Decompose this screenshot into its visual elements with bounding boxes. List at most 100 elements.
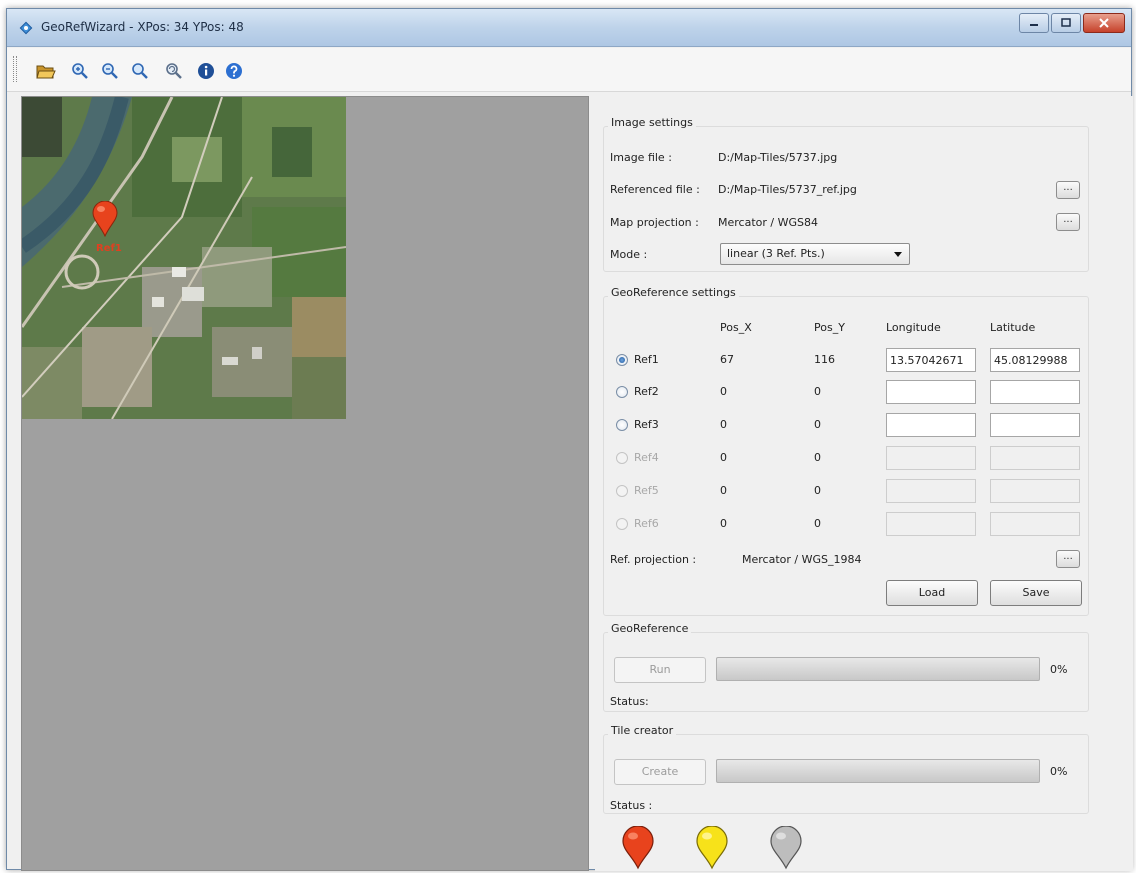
map-projection-browse-button[interactable]: ... (1056, 213, 1080, 231)
column-header-pos-y: Pos_Y (814, 321, 845, 334)
run-button[interactable]: Run (614, 657, 706, 683)
tile-creator-progress-text: 0% (1050, 765, 1068, 778)
ref2-latitude-input[interactable] (990, 380, 1080, 404)
ref2-label: Ref2 (634, 385, 659, 398)
ref1-pos-x: 67 (720, 353, 734, 366)
ref6-label: Ref6 (634, 517, 659, 530)
red-marker-icon[interactable] (621, 826, 655, 870)
ref1-label: Ref1 (634, 353, 659, 366)
georef-settings-title: GeoReference settings (608, 286, 739, 299)
ref2-longitude-input[interactable] (886, 380, 976, 404)
ref3-longitude-input[interactable] (886, 413, 976, 437)
zoom-in-button[interactable] (69, 60, 91, 82)
window-title: GeoRefWizard - XPos: 34 YPos: 48 (41, 20, 244, 34)
maximize-icon (1061, 18, 1071, 27)
zoom-reset-icon (166, 63, 182, 79)
zoom-reset-button[interactable] (163, 60, 185, 82)
satellite-map-drawing (22, 97, 346, 419)
tile-creator-title: Tile creator (608, 724, 677, 737)
ref6-latitude-input (990, 512, 1080, 536)
ref6-longitude-input (886, 512, 976, 536)
map-pin-label: Ref1 (96, 243, 122, 254)
image-file-label: Image file : (610, 151, 672, 164)
close-button[interactable] (1083, 13, 1125, 33)
save-button[interactable]: Save (990, 580, 1082, 606)
ref6-radio (616, 518, 628, 530)
image-file-value: D:/Map-Tiles/5737.jpg (718, 151, 838, 164)
info-icon (198, 63, 214, 79)
georef-settings-group: GeoReference settings Pos_X Pos_Y Longit… (603, 286, 1089, 616)
tile-creator-group: Tile creator Create 0% Status : (603, 724, 1089, 814)
ref5-pos-y: 0 (814, 484, 821, 497)
georeference-status-label: Status: (610, 695, 649, 708)
minimize-icon (1030, 24, 1038, 26)
toolbar (7, 48, 1131, 92)
maximize-button[interactable] (1051, 13, 1081, 33)
mode-select[interactable]: linear (3 Ref. Pts.) (720, 243, 910, 265)
minimize-button[interactable] (1019, 13, 1049, 33)
ref-projection-label: Ref. projection : (610, 553, 697, 566)
yellow-marker-icon[interactable] (695, 826, 729, 870)
ref3-radio[interactable] (616, 419, 628, 431)
ref5-longitude-input (886, 479, 976, 503)
gray-marker-icon[interactable] (769, 826, 803, 870)
ref5-radio (616, 485, 628, 497)
ref4-pos-y: 0 (814, 451, 821, 464)
settings-panel: Image settings Image file : D:/Map-Tiles… (595, 96, 1133, 871)
ref3-pos-y: 0 (814, 418, 821, 431)
ref3-latitude-input[interactable] (990, 413, 1080, 437)
mode-select-value: linear (3 Ref. Pts.) (727, 247, 825, 260)
ref2-pos-y: 0 (814, 385, 821, 398)
column-header-latitude: Latitude (990, 321, 1036, 334)
ref4-radio (616, 452, 628, 464)
help-button[interactable] (223, 60, 245, 82)
ref1-radio[interactable] (616, 354, 628, 366)
open-button[interactable] (35, 60, 57, 82)
ref6-pos-y: 0 (814, 517, 821, 530)
column-header-longitude: Longitude (886, 321, 941, 334)
ref5-pos-x: 0 (720, 484, 727, 497)
ref-projection-browse-button[interactable]: ... (1056, 550, 1080, 568)
zoom-out-button[interactable] (99, 60, 121, 82)
ref1-pos-y: 116 (814, 353, 835, 366)
close-icon (1099, 18, 1109, 28)
zoom-fit-button[interactable] (129, 60, 151, 82)
ref2-pos-x: 0 (720, 385, 727, 398)
ref-projection-value: Mercator / WGS_1984 (742, 553, 862, 566)
ref6-pos-x: 0 (720, 517, 727, 530)
zoom-fit-icon (132, 63, 148, 79)
info-button[interactable] (195, 60, 217, 82)
ref1-latitude-input[interactable]: 45.08129988 (990, 348, 1080, 372)
georeference-title: GeoReference (608, 622, 692, 635)
zoom-out-icon (102, 63, 118, 79)
tile-creator-status-label: Status : (610, 799, 653, 812)
referenced-file-browse-button[interactable]: ... (1056, 181, 1080, 199)
ref2-radio[interactable] (616, 386, 628, 398)
georeference-group: GeoReference Run 0% Status: (603, 622, 1089, 712)
ref4-latitude-input (990, 446, 1080, 470)
satellite-map-image[interactable]: Ref1 (22, 97, 346, 419)
ref3-label: Ref3 (634, 418, 659, 431)
app-window: GeoRefWizard - XPos: 34 YPos: 48 Ref1 Im… (6, 8, 1133, 871)
create-button[interactable]: Create (614, 759, 706, 785)
open-folder-icon (36, 65, 56, 79)
map-pin-marker[interactable] (92, 201, 118, 237)
toolbar-grip[interactable] (13, 56, 17, 82)
map-projection-value: Mercator / WGS84 (718, 216, 818, 229)
ref5-label: Ref5 (634, 484, 659, 497)
map-viewer[interactable]: Ref1 (21, 96, 589, 871)
tile-creator-progress-bar (716, 759, 1040, 783)
referenced-file-label: Referenced file : (610, 183, 700, 196)
image-settings-group: Image settings Image file : D:/Map-Tiles… (603, 116, 1089, 272)
ref3-pos-x: 0 (720, 418, 727, 431)
referenced-file-value: D:/Map-Tiles/5737_ref.jpg (718, 183, 857, 196)
load-button[interactable]: Load (886, 580, 978, 606)
ref1-longitude-input[interactable]: 13.57042671 (886, 348, 976, 372)
title-bar[interactable]: GeoRefWizard - XPos: 34 YPos: 48 (7, 9, 1131, 47)
marker-palette (621, 826, 841, 870)
ref4-label: Ref4 (634, 451, 659, 464)
ref5-latitude-input (990, 479, 1080, 503)
help-icon (226, 63, 242, 79)
chevron-down-icon (894, 252, 902, 257)
column-header-pos-x: Pos_X (720, 321, 752, 334)
